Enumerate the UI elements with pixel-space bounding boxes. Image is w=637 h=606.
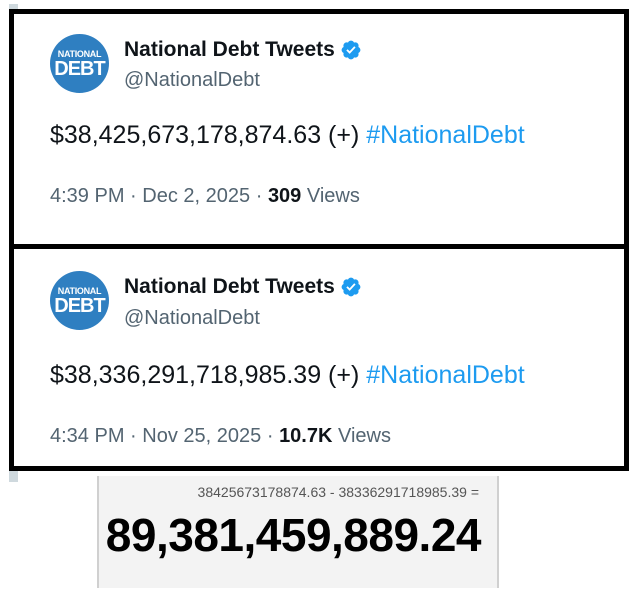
meta-separator: · — [130, 425, 137, 447]
meta-separator: · — [266, 425, 274, 447]
meta-separator: · — [130, 185, 137, 207]
meta-separator: · — [255, 185, 263, 207]
avatar-logo-text-bottom: DEBT — [54, 295, 105, 317]
author-name-row: National Debt Tweets — [124, 275, 362, 299]
tweet-text: $38,336,291,718,985.39 (+) #NationalDebt — [50, 361, 525, 390]
tweet-time[interactable]: 4:39 PM — [50, 185, 124, 207]
avatar-logo-text-bottom: DEBT — [54, 58, 105, 80]
verified-badge-icon[interactable] — [340, 39, 362, 61]
views-count: 10.7K — [279, 425, 333, 447]
author-handle[interactable]: @NationalDebt — [124, 307, 260, 330]
author-name-row: National Debt Tweets — [124, 38, 362, 62]
calculator-result: 89,381,459,889.24 — [105, 509, 482, 561]
tweet-time[interactable]: 4:34 PM — [50, 425, 124, 447]
calculator-expression: 38425673178874.63 - 38336291718985.39 = — [197, 484, 479, 500]
avatar[interactable]: NATIONAL DEBT — [50, 34, 109, 93]
tweet-card[interactable]: NATIONAL DEBT National Debt Tweets @Nati… — [9, 244, 629, 471]
verified-badge-icon[interactable] — [340, 276, 362, 298]
tweet-date[interactable]: Nov 25, 2025 — [142, 425, 261, 447]
debt-amount: $38,336,291,718,985.39 (+) — [50, 361, 360, 389]
tweet-card[interactable]: NATIONAL DEBT National Debt Tweets @Nati… — [9, 9, 629, 249]
author-handle[interactable]: @NationalDebt — [124, 69, 260, 92]
author-display-name[interactable]: National Debt Tweets — [124, 38, 335, 62]
views-label: Views — [338, 425, 391, 447]
tweet-date[interactable]: Dec 2, 2025 — [142, 185, 250, 207]
tweet-meta: 4:34 PM · Nov 25, 2025 · 10.7K Views — [50, 425, 391, 448]
hashtag-link[interactable]: #NationalDebt — [366, 121, 524, 149]
avatar[interactable]: NATIONAL DEBT — [50, 271, 109, 330]
tweet-text: $38,425,673,178,874.63 (+) #NationalDebt — [50, 121, 525, 150]
views-count: 309 — [267, 185, 302, 207]
views-label: Views — [306, 185, 360, 207]
hashtag-link[interactable]: #NationalDebt — [366, 361, 524, 389]
tweet-meta: 4:39 PM · Dec 2, 2025 · 309 Views — [50, 185, 360, 208]
author-display-name[interactable]: National Debt Tweets — [124, 275, 335, 299]
calculator-display: 38425673178874.63 - 38336291718985.39 = … — [97, 476, 499, 588]
debt-amount: $38,425,673,178,874.63 (+) — [50, 121, 360, 149]
